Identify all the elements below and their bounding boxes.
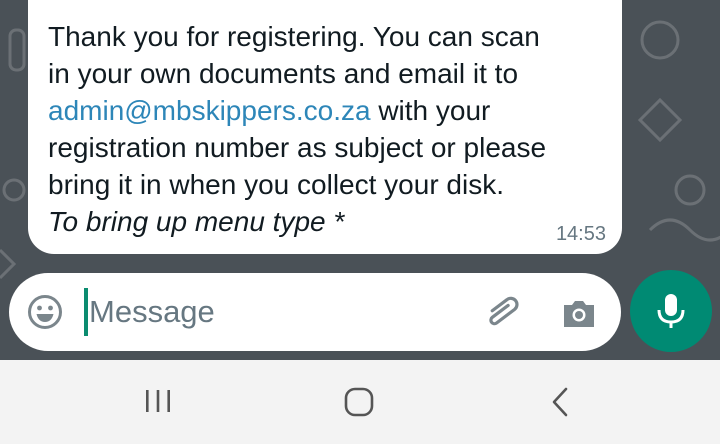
message-line: Thank you for registering. You can scan bbox=[48, 21, 540, 52]
message-input[interactable]: Message bbox=[89, 293, 215, 331]
menu-hint-text: To bring up menu type * bbox=[48, 206, 345, 237]
message-composer[interactable]: Message bbox=[9, 273, 621, 351]
message-line: registration number as subject or please bbox=[48, 132, 547, 163]
microphone-icon bbox=[657, 294, 685, 328]
attach-button[interactable] bbox=[479, 291, 523, 335]
home-button[interactable] bbox=[337, 380, 381, 424]
message-line: in your own documents and email it to bbox=[48, 58, 519, 89]
android-navigation-bar bbox=[0, 360, 720, 444]
home-icon bbox=[344, 387, 374, 417]
emoji-button[interactable] bbox=[26, 293, 64, 331]
email-link[interactable]: admin@mbskippers.co.za bbox=[48, 95, 371, 126]
paperclip-icon bbox=[489, 296, 519, 326]
message-line-with-link: admin@mbskippers.co.za with your bbox=[48, 92, 598, 129]
camera-button[interactable] bbox=[559, 293, 599, 333]
back-button[interactable] bbox=[538, 380, 582, 424]
back-icon bbox=[552, 387, 568, 417]
message-timestamp: 14:53 bbox=[555, 223, 606, 245]
emoji-icon bbox=[28, 295, 62, 329]
email-suffix-text: with your bbox=[370, 95, 491, 126]
recent-apps-button[interactable] bbox=[136, 380, 180, 424]
text-cursor bbox=[84, 288, 88, 336]
chat-area: Thank you for registering. You can scan … bbox=[0, 0, 720, 360]
message-bubble[interactable]: Thank you for registering. You can scan … bbox=[28, 0, 622, 254]
voice-record-button[interactable] bbox=[630, 270, 712, 352]
recent-apps-icon bbox=[146, 390, 170, 412]
message-line: bring it in when you collect your disk. bbox=[48, 169, 504, 200]
camera-icon bbox=[564, 301, 594, 327]
